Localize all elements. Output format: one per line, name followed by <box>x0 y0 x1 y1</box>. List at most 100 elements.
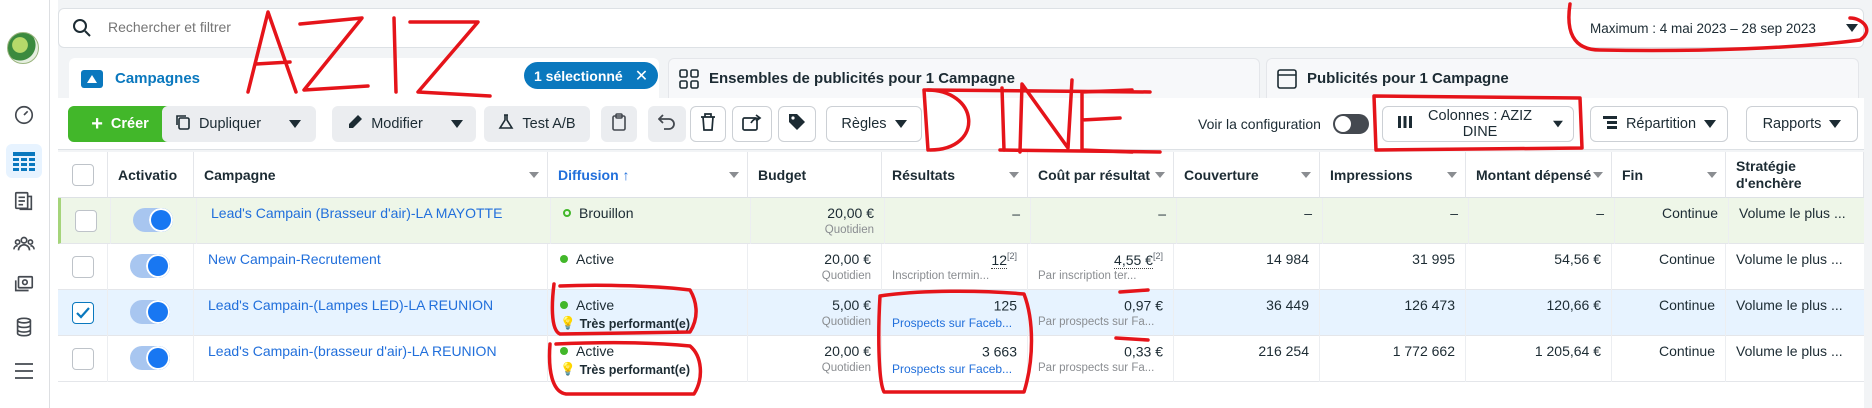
table-row[interactable]: Lead's Campain-(brasseur d'air)-LA REUNI… <box>58 336 1864 382</box>
search-input[interactable] <box>106 15 606 39</box>
campaign-name-cell: Lead's Campain-(Lampes LED)-LA REUNION <box>194 290 548 336</box>
date-range-picker[interactable]: Maximum : 4 mai 2023 – 28 sep 2023 <box>1578 14 1864 42</box>
duplicate-button[interactable]: Dupliquer <box>162 106 274 142</box>
caret-down-icon <box>1846 24 1858 32</box>
pages-icon[interactable] <box>11 188 37 214</box>
cost-per-result-cell: 4,55 €[2] Par inscription ter... <box>1028 244 1174 290</box>
impressions-value: 31 995 <box>1412 251 1455 267</box>
clipboard-icon <box>611 113 627 135</box>
campaign-name-link[interactable]: Lead's Campain-(Lampes LED)-LA REUNION <box>208 297 493 313</box>
row-checkbox[interactable] <box>72 348 94 370</box>
campaign-name-link[interactable]: Lead's Campain (Brasseur d'air)-LA MAYOT… <box>211 205 502 221</box>
rules-dropdown-button[interactable]: Règles <box>826 106 922 142</box>
header-activation[interactable]: Activatio <box>108 152 194 198</box>
reach-cell: – <box>1177 198 1323 244</box>
results-type: Prospects sur Faceb... <box>892 316 1013 330</box>
campaign-name-link[interactable]: New Campain-Recrutement <box>208 251 381 267</box>
campaign-on-off-toggle[interactable] <box>130 300 170 324</box>
campaign-on-off-toggle[interactable] <box>133 208 173 232</box>
reach-value: 216 254 <box>1258 343 1309 359</box>
trash-icon <box>700 113 716 135</box>
row-select-cell <box>58 290 108 336</box>
table-row[interactable]: Lead's Campain-(Lampes LED)-LA REUNION Ac… <box>58 290 1864 336</box>
header-cost-per-result[interactable]: Coût par résultat <box>1028 152 1174 198</box>
header-budget[interactable]: Budget <box>748 152 882 198</box>
view-configuration-toggle[interactable]: Voir la configuration <box>1198 106 1369 142</box>
select-all-checkbox[interactable] <box>71 163 94 186</box>
delete-button[interactable] <box>690 106 726 142</box>
header-cost-per-result-label: Coût par résultat <box>1038 166 1151 183</box>
account-logo[interactable] <box>7 32 39 64</box>
delivery-cell: Active 💡 Très performant(e) <box>548 290 748 336</box>
column-menu-caret-icon[interactable] <box>729 172 739 178</box>
column-menu-caret-icon[interactable] <box>1707 172 1717 178</box>
column-menu-caret-icon[interactable] <box>1447 172 1457 178</box>
header-campaign-label: Campagne <box>204 166 276 183</box>
campaign-name-link[interactable]: Lead's Campain-(brasseur d'air)-LA REUNI… <box>208 343 497 359</box>
columns-dropdown-button[interactable]: Colonnes : AZIZ DINE <box>1382 106 1574 142</box>
header-bid-strategy[interactable]: Stratégie d'enchère <box>1726 152 1864 198</box>
header-bid-strategy-label-2: d'enchère <box>1736 174 1802 191</box>
ab-test-button[interactable]: Test A/B <box>484 106 590 142</box>
tab-ads[interactable]: Publicités pour 1 Campagne <box>1266 58 1859 98</box>
rules-button-label: Règles <box>841 116 887 132</box>
cost-type: Par prospects sur Fa... <box>1038 316 1155 328</box>
results-cell: – <box>885 198 1031 244</box>
impressions-cell: 126 473 <box>1320 290 1466 336</box>
status-dot-icon <box>560 347 568 355</box>
end-cell: Continue <box>1615 198 1729 244</box>
search-icon <box>72 18 92 38</box>
header-amount-spent[interactable]: Montant dépensé <box>1466 152 1612 198</box>
campaign-on-off-toggle[interactable] <box>130 346 170 370</box>
reach-value: 14 984 <box>1266 251 1309 267</box>
header-end[interactable]: Fin <box>1612 152 1726 198</box>
campaign-on-off-toggle[interactable] <box>130 254 170 278</box>
row-checkbox[interactable] <box>72 302 94 324</box>
reach-value: 36 449 <box>1266 297 1309 313</box>
header-reach[interactable]: Couverture <box>1174 152 1320 198</box>
delivery-cell: Brouillon <box>551 198 751 244</box>
billing-database-icon[interactable] <box>11 314 37 340</box>
reach-cell: 36 449 <box>1174 290 1320 336</box>
performance-badge: Très performant(e) <box>579 316 691 331</box>
header-impressions[interactable]: Impressions <box>1320 152 1466 198</box>
undo-button[interactable] <box>648 106 686 142</box>
budget-cell: 20,00 € Quotidien <box>751 198 885 244</box>
dashboard-gauge-icon[interactable] <box>11 102 37 128</box>
table-row[interactable]: New Campain-Recrutement Active 20,00 € Quot… <box>58 244 1864 290</box>
edit-button[interactable]: Modifier <box>332 106 438 142</box>
caret-down-icon <box>1829 120 1842 128</box>
column-menu-caret-icon[interactable] <box>1009 172 1019 178</box>
column-menu-caret-icon[interactable] <box>1155 172 1165 178</box>
tag-button[interactable] <box>778 106 816 142</box>
cost-per-result-cell: 0,97 € Par prospects sur Fa... <box>1028 290 1174 336</box>
header-results[interactable]: Résultats <box>882 152 1028 198</box>
media-library-icon[interactable] <box>11 272 37 298</box>
tab-ad-sets[interactable]: Ensembles de publicités pour 1 Campagne <box>668 58 1260 98</box>
column-menu-caret-icon[interactable] <box>1301 172 1311 178</box>
audiences-icon[interactable] <box>11 230 37 256</box>
results-type: Inscription termin... <box>892 270 990 282</box>
header-campaign[interactable]: Campagne <box>194 152 548 198</box>
table-row[interactable]: Lead's Campain (Brasseur d'air)-LA MAYOT… <box>58 198 1864 244</box>
row-checkbox[interactable] <box>72 256 94 278</box>
clipboard-button[interactable] <box>601 106 637 142</box>
reports-dropdown-button[interactable]: Rapports <box>1746 106 1858 142</box>
header-delivery[interactable]: Diffusion ↑ <box>548 152 748 198</box>
export-button[interactable] <box>732 106 772 142</box>
impressions-value: – <box>1450 205 1458 221</box>
row-select-cell <box>58 244 108 290</box>
breakdown-dropdown-button[interactable]: Répartition <box>1590 106 1728 142</box>
selection-count-badge[interactable]: 1 sélectionné ✕ <box>524 62 659 89</box>
duplicate-dropdown-button[interactable] <box>274 106 316 142</box>
campaigns-table-icon[interactable] <box>6 144 42 178</box>
toggle-switch[interactable] <box>1332 114 1369 134</box>
menu-hamburger-icon[interactable] <box>11 358 37 384</box>
create-button[interactable]: + Créer <box>68 106 172 142</box>
row-checkbox[interactable] <box>75 210 97 232</box>
edit-dropdown-button[interactable] <box>438 106 476 142</box>
column-menu-caret-icon[interactable] <box>529 172 539 178</box>
column-menu-caret-icon[interactable] <box>1593 172 1603 178</box>
header-results-label: Résultats <box>892 166 956 183</box>
clear-selection-close-icon[interactable]: ✕ <box>635 66 648 86</box>
